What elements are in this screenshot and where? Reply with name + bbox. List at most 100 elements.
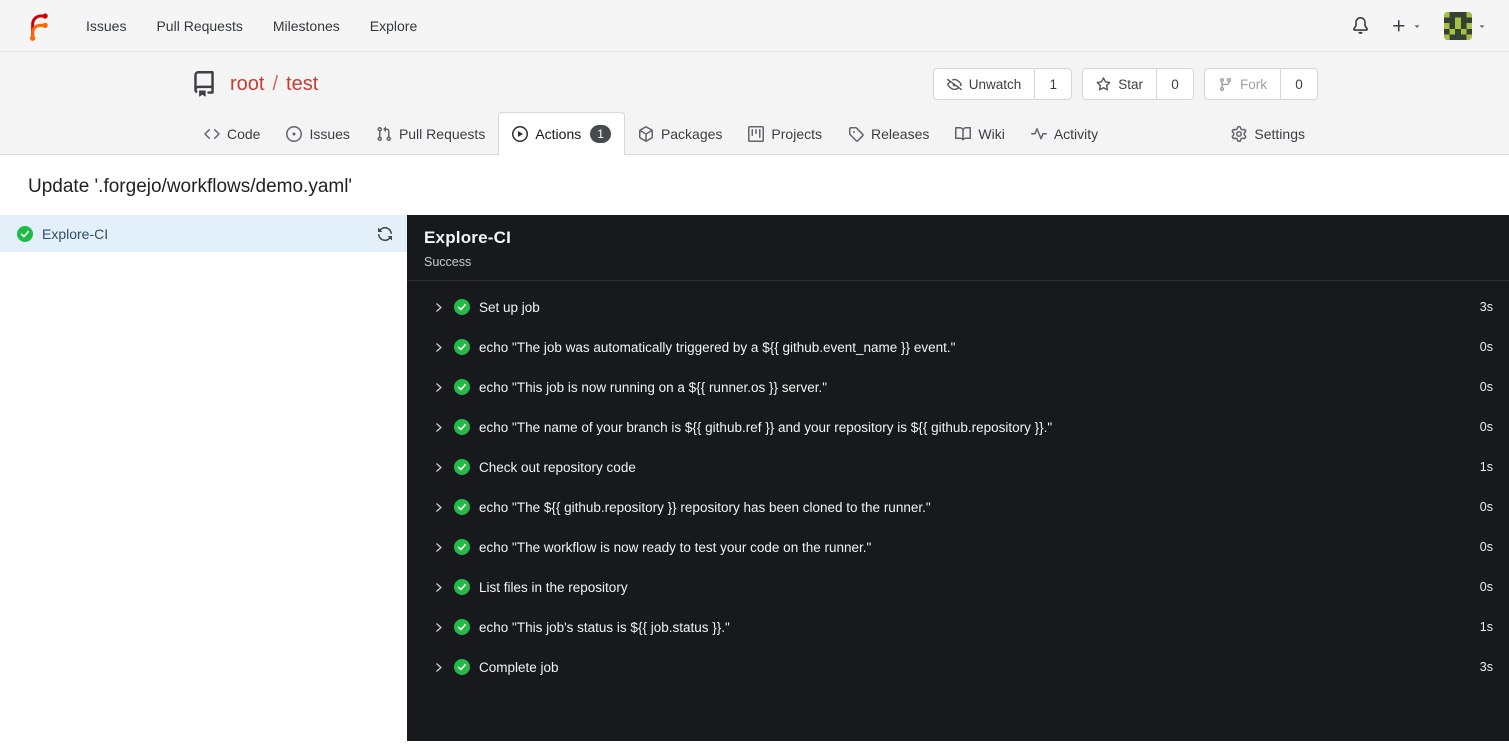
repo-path-separator: / xyxy=(272,72,279,95)
chevron-down-icon xyxy=(1412,21,1422,31)
user-menu-button[interactable] xyxy=(1444,11,1487,40)
step-label: echo "The name of your branch is ${{ git… xyxy=(479,419,1053,435)
job-title: Explore-CI xyxy=(424,228,512,247)
repo-name-link[interactable]: test xyxy=(286,73,318,96)
issue-icon xyxy=(286,126,302,142)
tab-activity[interactable]: Activity xyxy=(1018,112,1111,155)
step-row[interactable]: echo "The job was automatically triggere… xyxy=(407,327,1509,367)
forgejo-logo-icon xyxy=(30,12,48,41)
step-duration: 0s xyxy=(1479,540,1493,554)
step-duration: 0s xyxy=(1479,420,1493,434)
fork-label: Fork xyxy=(1240,76,1267,92)
code-icon xyxy=(204,126,220,142)
nav-milestones[interactable]: Milestones xyxy=(261,9,352,43)
tab-code[interactable]: Code xyxy=(191,112,273,155)
step-label: echo "This job is now running on a ${{ r… xyxy=(479,379,828,395)
tab-label: Projects xyxy=(771,125,822,142)
run-title: Update '.forgejo/workflows/demo.yaml' xyxy=(28,176,353,197)
tab-issues[interactable]: Issues xyxy=(273,112,362,155)
job-list: Explore-CI xyxy=(0,215,407,741)
nav-explore[interactable]: Explore xyxy=(358,9,429,43)
run-view: Update '.forgejo/workflows/demo.yaml' Ex… xyxy=(0,155,1509,741)
chevron-right-icon[interactable] xyxy=(432,341,445,354)
avatar xyxy=(1444,11,1472,40)
step-label: echo "The workflow is now ready to test … xyxy=(479,539,872,555)
job-status: Success xyxy=(424,255,472,269)
check-circle-icon xyxy=(454,459,470,475)
book-icon xyxy=(955,126,971,142)
check-circle-icon xyxy=(454,419,470,435)
tab-packages[interactable]: Packages xyxy=(625,112,735,155)
step-duration: 0s xyxy=(1479,380,1493,394)
step-duration: 1s xyxy=(1479,460,1493,474)
tab-label: Issues xyxy=(309,125,350,142)
step-row[interactable]: echo "The name of your branch is ${{ git… xyxy=(407,407,1509,447)
repo-tabs: Code Issues Pull Requests Actions 1 Pack… xyxy=(191,112,1318,155)
chevron-right-icon[interactable] xyxy=(432,301,445,314)
nav-pull-requests[interactable]: Pull Requests xyxy=(144,9,254,43)
tab-pull-requests[interactable]: Pull Requests xyxy=(363,112,498,155)
chevron-right-icon[interactable] xyxy=(432,621,445,634)
forgejo-logo[interactable] xyxy=(22,11,52,41)
tab-label: Activity xyxy=(1053,125,1099,142)
tab-label: Releases xyxy=(871,125,930,142)
check-circle-icon xyxy=(454,379,470,395)
step-row[interactable]: Set up job 3s xyxy=(407,287,1509,327)
top-navbar: Issues Pull Requests Milestones Explore xyxy=(0,0,1509,52)
forks-count[interactable]: 0 xyxy=(1280,68,1318,100)
step-duration: 0s xyxy=(1479,580,1493,594)
chevron-right-icon[interactable] xyxy=(432,541,445,554)
navbar-right xyxy=(1352,11,1487,40)
check-circle-icon xyxy=(454,299,470,315)
tab-label: Actions xyxy=(535,126,582,142)
fork-button[interactable]: Fork xyxy=(1204,68,1281,100)
tab-label: Code xyxy=(227,125,261,142)
tab-actions[interactable]: Actions 1 xyxy=(498,112,625,155)
step-row[interactable]: echo "This job is now running on a ${{ r… xyxy=(407,367,1509,407)
chevron-right-icon[interactable] xyxy=(432,661,445,674)
step-label: echo "The job was automatically triggere… xyxy=(479,339,956,355)
chevron-right-icon[interactable] xyxy=(432,421,445,434)
step-label: Complete job xyxy=(479,659,559,675)
tab-label: Settings xyxy=(1254,125,1305,142)
step-duration: 3s xyxy=(1479,300,1493,314)
star-icon xyxy=(1096,77,1111,92)
watch-button-group: Unwatch 1 xyxy=(932,68,1073,100)
check-circle-icon xyxy=(454,659,470,675)
step-row[interactable]: Complete job 3s xyxy=(407,647,1509,687)
step-label: Set up job xyxy=(479,299,540,315)
step-row[interactable]: echo "The ${{ github.repository }} repos… xyxy=(407,487,1509,527)
tab-releases[interactable]: Releases xyxy=(835,112,942,155)
chevron-right-icon[interactable] xyxy=(432,461,445,474)
job-item-explore-ci[interactable]: Explore-CI xyxy=(0,215,407,252)
chevron-right-icon[interactable] xyxy=(432,381,445,394)
tab-projects[interactable]: Projects xyxy=(735,112,835,155)
unwatch-button[interactable]: Unwatch xyxy=(932,68,1036,100)
repo-actions: Unwatch 1 Star 0 Fork 0 xyxy=(932,68,1318,100)
step-row[interactable]: List files in the repository 0s xyxy=(407,567,1509,607)
chevron-right-icon[interactable] xyxy=(432,501,445,514)
project-icon xyxy=(748,126,764,142)
tab-settings[interactable]: Settings xyxy=(1218,112,1318,155)
actions-count-badge: 1 xyxy=(590,124,611,144)
star-label: Star xyxy=(1118,76,1143,92)
repo-owner-link[interactable]: root xyxy=(230,73,264,96)
tab-wiki[interactable]: Wiki xyxy=(942,112,1017,155)
unwatch-label: Unwatch xyxy=(968,76,1022,92)
step-row[interactable]: echo "The workflow is now ready to test … xyxy=(407,527,1509,567)
job-name: Explore-CI xyxy=(42,225,109,242)
stars-count[interactable]: 0 xyxy=(1156,68,1194,100)
play-circle-icon xyxy=(512,126,528,142)
step-row[interactable]: Check out repository code 1s xyxy=(407,447,1509,487)
gear-icon xyxy=(1231,126,1247,142)
create-new-button[interactable] xyxy=(1391,18,1422,34)
step-label: echo "The ${{ github.repository }} repos… xyxy=(479,499,931,515)
nav-issues[interactable]: Issues xyxy=(74,9,138,43)
step-row[interactable]: echo "This job's status is ${{ job.statu… xyxy=(407,607,1509,647)
refresh-icon[interactable] xyxy=(377,226,393,242)
chevron-right-icon[interactable] xyxy=(432,581,445,594)
star-button[interactable]: Star xyxy=(1082,68,1157,100)
notifications-button[interactable] xyxy=(1352,17,1369,34)
watchers-count[interactable]: 1 xyxy=(1034,68,1073,100)
tab-label: Packages xyxy=(660,125,723,142)
